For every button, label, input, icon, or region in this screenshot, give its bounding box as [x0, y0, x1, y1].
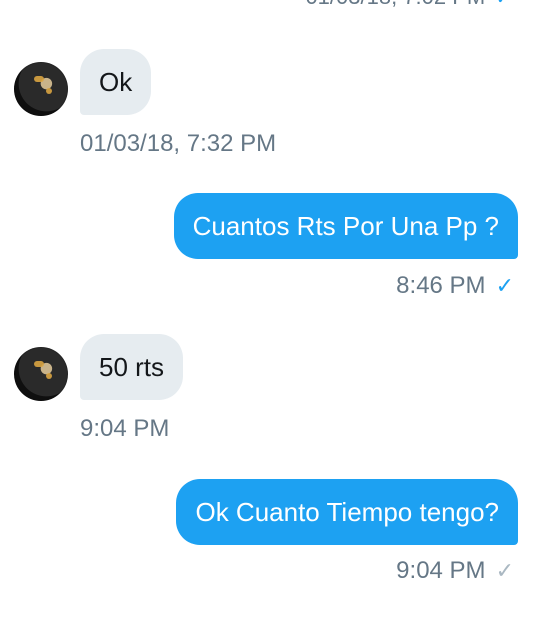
message-timestamp: 8:46 PM ✓ [396, 272, 514, 300]
check-icon: ✓ [495, 558, 514, 583]
message-timestamp: 9:04 PM ✓ [396, 557, 514, 585]
avatar[interactable] [14, 347, 68, 401]
check-icon: ✓ [495, 0, 512, 9]
message-timestamp: 01/03/18, 7:32 PM [80, 130, 276, 158]
incoming-message-bubble[interactable]: Ok [80, 49, 152, 115]
timestamp-text: 8:46 PM [396, 272, 486, 299]
outgoing-message-bubble[interactable]: Ok Cuanto Tiempo tengo? [176, 479, 518, 545]
message-text: Ok [99, 67, 133, 97]
incoming-message-bubble[interactable]: 50 rts [80, 334, 184, 400]
timestamp-text: 9:04 PM [396, 557, 486, 584]
avatar[interactable] [14, 62, 68, 116]
timestamp-text: 01/03/18, 7:32 PM [80, 130, 277, 157]
message-text: 50 rts [99, 352, 165, 382]
message-text: Ok Cuanto Tiempo tengo? [195, 497, 499, 527]
message-text: Cuantos Rts Por Una Pp ? [192, 211, 499, 241]
check-icon: ✓ [495, 273, 514, 298]
timestamp-text: 9:04 PM [80, 415, 170, 442]
previous-message-timestamp: 01/03/18, 7:02 PM ✓ [305, 0, 512, 10]
message-timestamp: 9:04 PM [80, 415, 169, 443]
conversation-thread: 01/03/18, 7:02 PM✓ Ok 01/03/18, 7:32 PM … [0, 0, 536, 627]
timestamp-text: 01/03/18, 7:02 PM [305, 0, 485, 9]
outgoing-message-bubble[interactable]: Cuantos Rts Por Una Pp ? [173, 193, 518, 259]
